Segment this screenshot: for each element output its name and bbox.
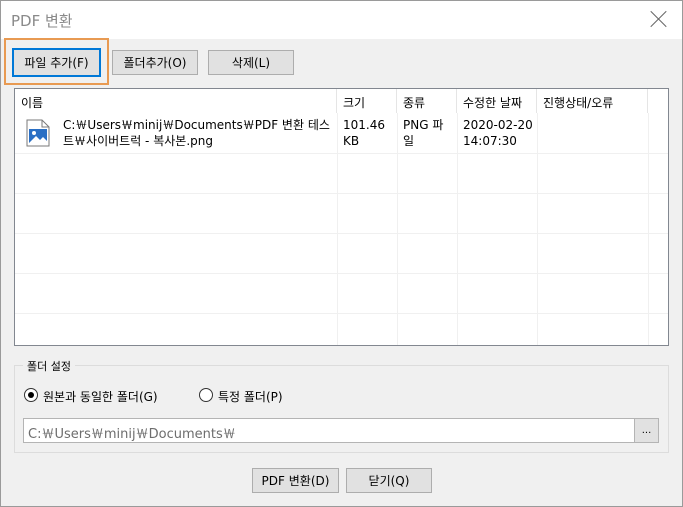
browse-button[interactable]: ... bbox=[634, 419, 658, 442]
window-title: PDF 변환 bbox=[11, 12, 73, 30]
file-size-line1: 101.46 bbox=[343, 118, 385, 132]
file-size-line2: KB bbox=[343, 134, 360, 148]
file-date-line1: 2020-02-20 bbox=[463, 118, 533, 132]
image-file-icon bbox=[26, 119, 50, 147]
pdf-convert-dialog: PDF 변환 파일 추가(F) 폴더추가(O) 삭제(L) 이름 크기 종류 수… bbox=[0, 0, 683, 507]
table-row[interactable]: C:￦Users￦minij￦Documents￦PDF 변환 테스 트￦사이버… bbox=[15, 113, 648, 153]
column-header-status[interactable]: 진행상태/오류 bbox=[537, 89, 648, 113]
column-header-type[interactable]: 종류 bbox=[397, 89, 457, 113]
specific-folder-label[interactable]: 특정 폴더(P) bbox=[218, 388, 283, 405]
close-button[interactable]: 닫기(Q) bbox=[346, 468, 432, 493]
output-path-text: C:￦Users￦minij￦Documents￦ bbox=[28, 427, 236, 442]
file-list[interactable]: 이름 크기 종류 수정한 날짜 진행상태/오류 C:￦Users￦minij￦D… bbox=[14, 88, 669, 346]
column-header-size[interactable]: 크기 bbox=[337, 89, 397, 113]
file-name-line1: C:￦Users￦minij￦Documents￦PDF 변환 테스 bbox=[63, 118, 330, 132]
specific-folder-radio[interactable] bbox=[199, 388, 213, 402]
close-icon[interactable] bbox=[650, 10, 668, 28]
add-folder-button[interactable]: 폴더추가(O) bbox=[112, 50, 198, 75]
output-path-field[interactable]: C:￦Users￦minij￦Documents￦ ... bbox=[23, 418, 659, 443]
same-folder-label[interactable]: 원본과 동일한 폴더(G) bbox=[43, 388, 158, 405]
file-type-line2: 일 bbox=[403, 134, 415, 148]
delete-button[interactable]: 삭제(L) bbox=[208, 50, 294, 75]
column-header-date[interactable]: 수정한 날짜 bbox=[457, 89, 537, 113]
column-header-name[interactable]: 이름 bbox=[15, 89, 337, 113]
folder-settings-label: 폴더 설정 bbox=[23, 358, 75, 374]
file-name-line2: 트￦사이버트럭 - 복사본.png bbox=[63, 134, 213, 148]
file-type-line1: PNG 파 bbox=[403, 118, 444, 132]
pdf-convert-button[interactable]: PDF 변환(D) bbox=[252, 468, 339, 493]
same-folder-radio[interactable] bbox=[24, 388, 38, 402]
title-bar: PDF 변환 bbox=[1, 1, 682, 39]
add-file-button[interactable]: 파일 추가(F) bbox=[12, 48, 101, 77]
file-date-line2: 14:07:30 bbox=[463, 134, 517, 148]
